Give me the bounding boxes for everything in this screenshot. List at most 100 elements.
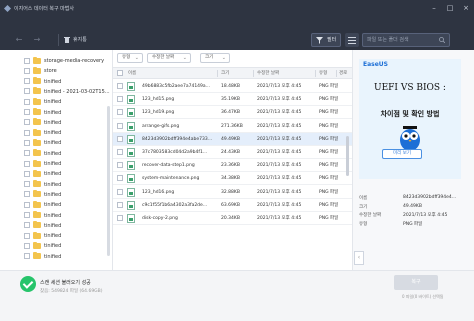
file-checkbox[interactable]: [117, 109, 123, 116]
trash-button[interactable]: 휴지통: [64, 35, 87, 45]
folder-icon: [33, 56, 41, 64]
app-logo-icon: [4, 5, 11, 12]
folder-tree-item[interactable]: tinified: [24, 149, 61, 159]
search-input[interactable]: 파일 또는 폴더 검색: [362, 33, 450, 47]
folder-tree-item[interactable]: tinified: [24, 221, 61, 231]
folder-tree-item[interactable]: store: [24, 66, 57, 76]
folder-checkbox[interactable]: [24, 150, 30, 157]
folder-label: tinified: [44, 171, 62, 178]
folder-checkbox[interactable]: [24, 232, 30, 239]
date-column-header[interactable]: 수정한 날짜: [257, 68, 279, 79]
file-row[interactable]: 8423d3902bdff394e4abe733... 49.49KB 2021/7…: [113, 132, 352, 146]
folder-checkbox[interactable]: [24, 109, 30, 115]
folder-tree-item[interactable]: tinified: [24, 231, 61, 241]
file-checkbox[interactable]: [117, 122, 123, 129]
folder-checkbox[interactable]: [24, 67, 30, 74]
folder-checkbox[interactable]: [24, 98, 30, 105]
file-type: PNG 파일: [319, 110, 339, 116]
forward-button[interactable]: →: [32, 35, 42, 45]
view-menu-button[interactable]: [345, 33, 359, 47]
folder-checkbox[interactable]: [24, 212, 30, 218]
file-row[interactable]: 49b6883c5fb2aee7a74149a... 18.48KB 2021/7/…: [113, 80, 352, 93]
file-name: system-maintenance.png: [142, 176, 200, 182]
minimize-button[interactable]: –: [428, 3, 440, 13]
date-filter-chip[interactable]: 수정한 날짜 ⌄: [147, 53, 191, 63]
type-filter-chip[interactable]: 유형 ⌄: [117, 53, 143, 63]
folder-tree-item[interactable]: tinified: [24, 159, 61, 169]
file-row[interactable]: 37c7803583cd04d2a9b4f1... 24.43KB 2021/7/1…: [113, 146, 352, 159]
folder-tree-item[interactable]: tinified: [24, 108, 61, 118]
folder-tree-item[interactable]: tinified: [24, 97, 61, 107]
file-row[interactable]: 123_hd16.png 32.88KB 2021/7/13 오후 4:45 PNG …: [113, 186, 352, 199]
size-filter-chip[interactable]: 크기 ⌄: [200, 53, 230, 63]
file-checkbox[interactable]: [117, 188, 123, 195]
folder-tree-item[interactable]: tinified: [24, 138, 61, 148]
folder-tree-item[interactable]: tinified: [24, 252, 62, 262]
folder-tree-item[interactable]: tinified: [24, 211, 61, 221]
select-all-checkbox[interactable]: [117, 70, 123, 76]
folder-checkbox[interactable]: [24, 57, 30, 64]
file-checkbox[interactable]: [117, 175, 123, 182]
folder-checkbox[interactable]: [24, 181, 30, 188]
back-button[interactable]: ←: [14, 35, 24, 45]
folder-tree-item[interactable]: tinified: [24, 128, 61, 138]
file-row[interactable]: recover-data-step1.png 23.36KB 2021/7/13 오…: [113, 159, 352, 173]
image-file-icon: [127, 187, 135, 197]
file-row[interactable]: 123_hd19.png 36.47KB 2021/7/13 오후 4:45 PNG …: [113, 106, 352, 120]
folder-checkbox[interactable]: [24, 160, 30, 167]
folder-checkbox[interactable]: [24, 88, 30, 95]
folder-checkbox[interactable]: [24, 191, 30, 198]
prev-file-button[interactable]: ‹: [354, 251, 364, 265]
folder-checkbox[interactable]: [24, 222, 30, 229]
file-checkbox[interactable]: [117, 201, 123, 208]
file-row[interactable]: system-maintenance.png 34.38KB 2021/7/13 오…: [113, 172, 352, 186]
file-row[interactable]: c9c1f55f1b6a4302a3fa2de... 63.69KB 2021/7/…: [113, 199, 352, 212]
file-list-scrollbar[interactable]: [346, 136, 349, 176]
file-row[interactable]: 123_hd15.png 35.19KB 2021/7/13 오후 4:45 PNG …: [113, 93, 352, 107]
file-checkbox[interactable]: [117, 83, 123, 89]
file-date: 2021/7/13 오후 4:45: [257, 189, 302, 195]
folder-checkbox[interactable]: [24, 170, 30, 177]
file-list-header: 이름 크기 수정한 날짜 유형 경로: [113, 67, 352, 79]
folder-tree-item[interactable]: tinified: [24, 169, 62, 179]
folder-label: tinified - 2021-03-02T15...: [44, 88, 110, 95]
folder-checkbox[interactable]: [24, 253, 30, 260]
file-checkbox[interactable]: [117, 215, 123, 221]
file-name: c9c1f55f1b6a4302a3fa2de...: [142, 202, 208, 208]
file-row[interactable]: disk-copy-2.png 20.34KB 2021/7/13 오후 4:45 P…: [113, 212, 352, 225]
file-list-panel: 유형 ⌄ 수정한 날짜 ⌄ 크기 ⌄ 이름 크기 수정한 날짜 유형 경로 49b68…: [113, 50, 352, 270]
path-column-header[interactable]: 경로: [339, 68, 347, 79]
type-column-header[interactable]: 유형: [319, 68, 327, 79]
close-button[interactable]: ×: [460, 3, 472, 13]
maximize-button[interactable]: □: [444, 3, 456, 13]
folder-tree-item[interactable]: tinified: [24, 241, 61, 251]
file-checkbox[interactable]: [117, 96, 123, 103]
folder-checkbox[interactable]: [24, 119, 30, 126]
file-name: disk-copy-2.png: [142, 216, 178, 221]
folder-tree-item[interactable]: storage-media-recovery: [24, 56, 104, 66]
folder-tree-item[interactable]: tinified: [24, 77, 61, 87]
recover-button[interactable]: 복구: [394, 275, 438, 290]
folder-checkbox[interactable]: [24, 242, 30, 249]
file-checkbox[interactable]: [117, 135, 123, 142]
folder-label: tinified: [44, 253, 62, 260]
chevron-down-icon: ⌄: [134, 55, 139, 61]
folder-checkbox[interactable]: [24, 129, 30, 136]
folder-tree-item[interactable]: tinified: [24, 118, 61, 128]
file-name: 8423d3902bdff394e4abe733...: [142, 136, 213, 142]
folder-tree-item[interactable]: tinified: [24, 190, 61, 200]
size-column-header[interactable]: 크기: [221, 68, 229, 79]
folder-tree-item[interactable]: tinified: [24, 180, 61, 190]
sidebar-scrollbar[interactable]: [107, 106, 110, 256]
filter-button[interactable]: 필터: [311, 33, 341, 47]
folder-tree-item[interactable]: tinified: [24, 200, 61, 210]
folder-checkbox[interactable]: [24, 78, 30, 85]
folder-checkbox[interactable]: [24, 139, 30, 146]
folder-tree-item[interactable]: tinified - 2021-03-02T15...: [24, 87, 110, 97]
file-checkbox[interactable]: [117, 149, 123, 155]
name-column-header[interactable]: 이름: [128, 68, 136, 79]
file-checkbox[interactable]: [117, 162, 123, 169]
preview-button[interactable]: 미리 보기: [382, 149, 422, 159]
folder-checkbox[interactable]: [24, 201, 30, 208]
file-row[interactable]: arrange-gifs.png 271.36KB 2021/7/13 오후 4:4…: [113, 120, 352, 133]
